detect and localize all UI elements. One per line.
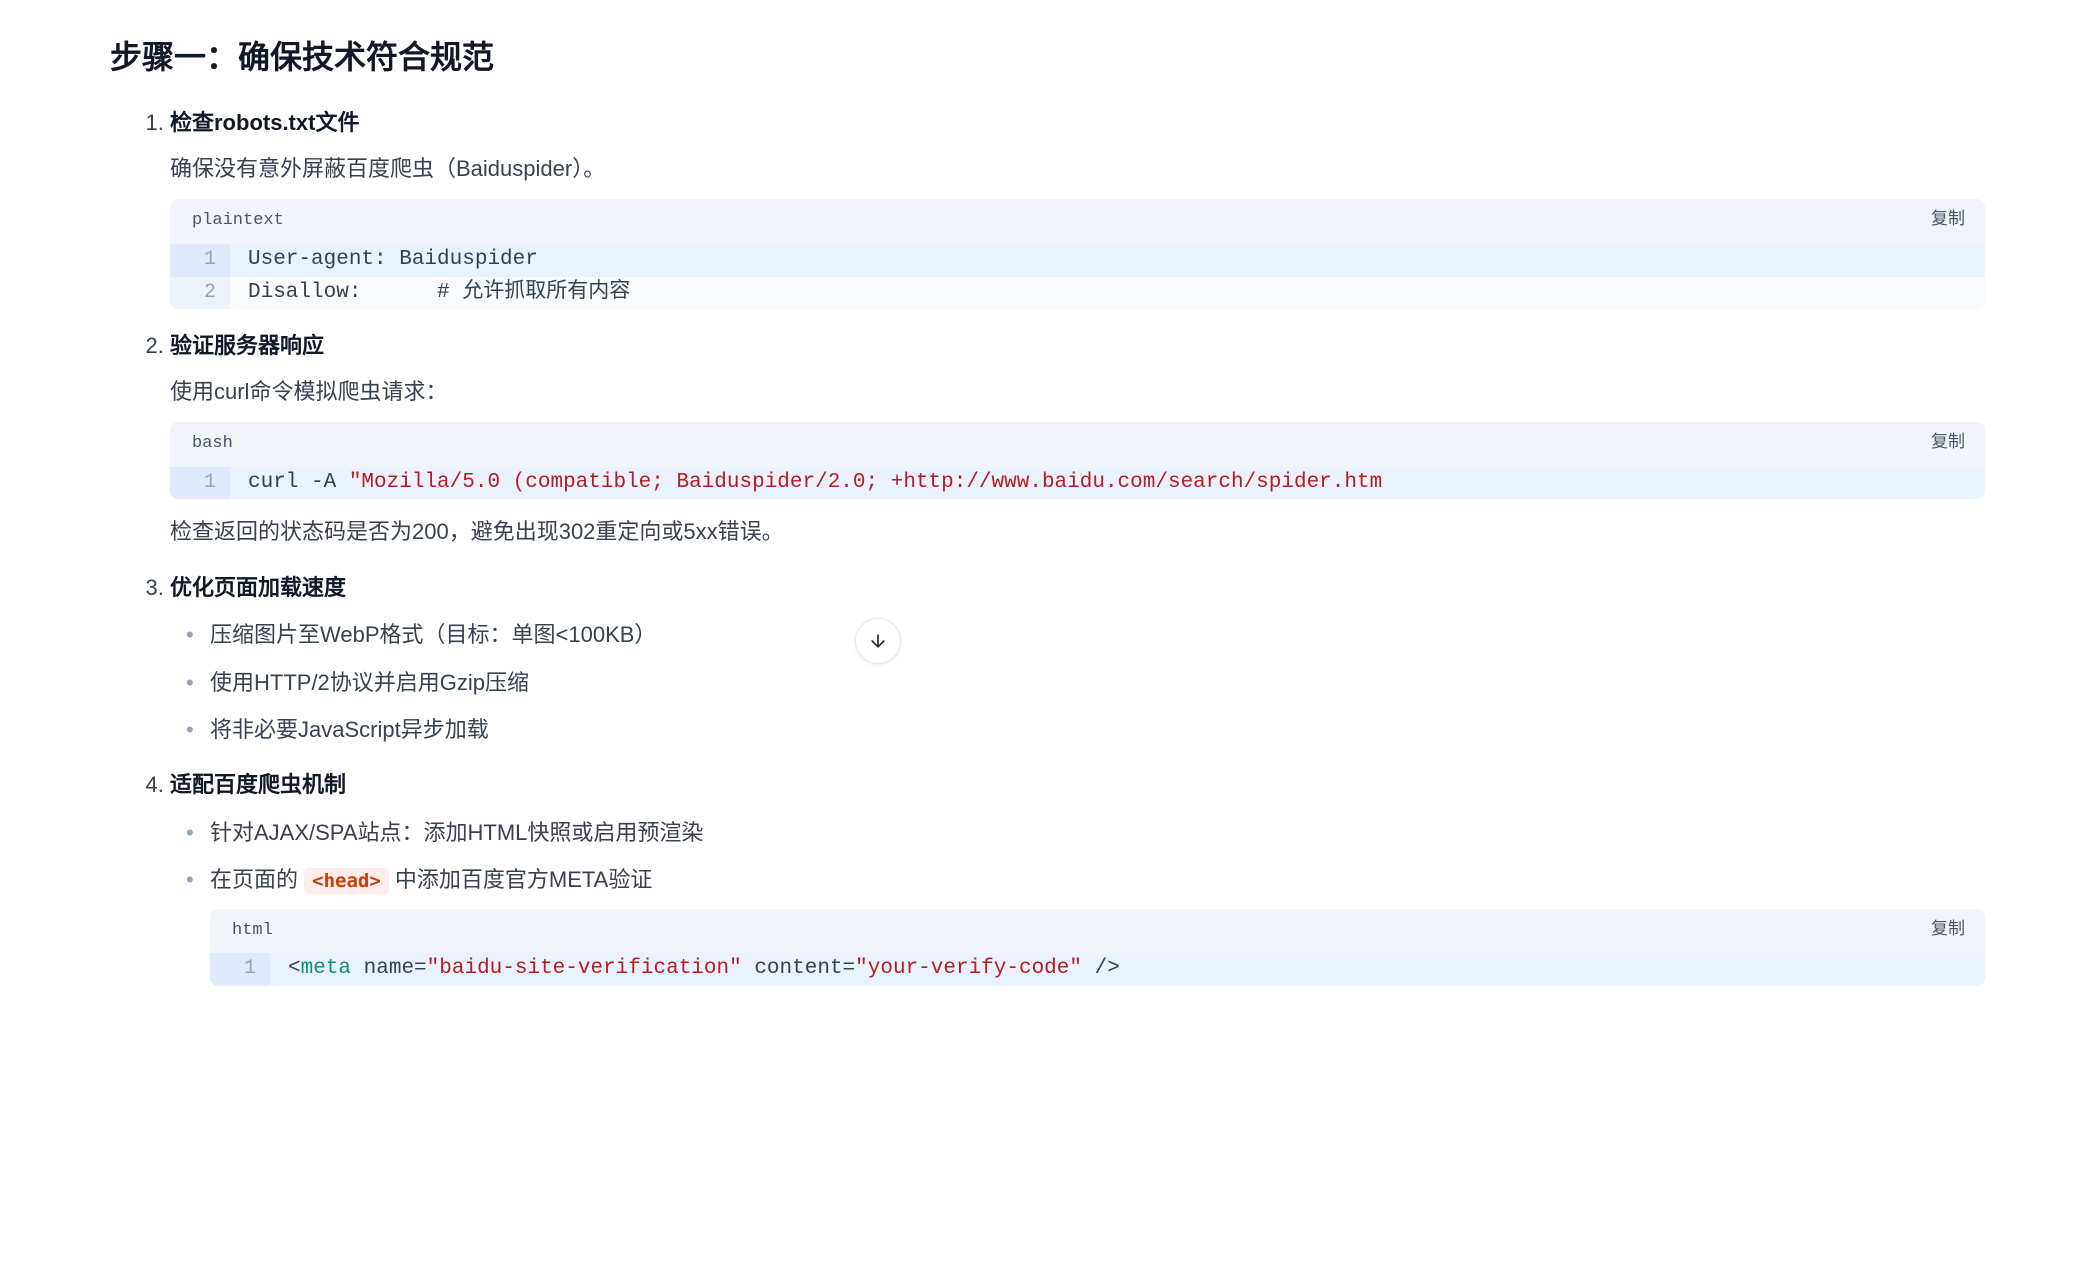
code-text: Disallow: # 允许抓取所有内容 [230, 277, 1985, 310]
step-title: 优化页面加载速度 [170, 569, 1985, 606]
copy-button[interactable]: 复制 [1931, 430, 1965, 459]
step-item-3: 优化页面加载速度 压缩图片至WebP格式（目标：单图<100KB） 使用HTTP… [170, 569, 1985, 749]
code-block-plaintext: plaintext 复制 1 User-agent: Baiduspider 2… [170, 199, 1985, 309]
line-number: 2 [170, 277, 230, 310]
step-item-1: 检查robots.txt文件 确保没有意外屏蔽百度爬虫（Baiduspider）… [170, 104, 1985, 309]
step-title: 检查robots.txt文件 [170, 104, 1985, 141]
copy-button[interactable]: 复制 [1931, 207, 1965, 236]
list-item: 将非必要JavaScript异步加载 [210, 711, 1985, 748]
step-desc: 确保没有意外屏蔽百度爬虫（Baiduspider）。 [170, 150, 1985, 187]
step-title: 适配百度爬虫机制 [170, 766, 1985, 803]
list-item: 压缩图片至WebP格式（目标：单图<100KB） [210, 616, 1985, 653]
code-line: 1 curl -A "Mozilla/5.0 (compatible; Baid… [170, 467, 1985, 500]
code-lang-label: html [232, 917, 273, 946]
step-item-4: 适配百度爬虫机制 针对AJAX/SPA站点：添加HTML快照或启用预渲染 在页面… [170, 766, 1985, 986]
code-text: curl -A "Mozilla/5.0 (compatible; Baidus… [230, 467, 1985, 500]
code-line: 2 Disallow: # 允许抓取所有内容 [170, 277, 1985, 310]
steps-list: 检查robots.txt文件 确保没有意外屏蔽百度爬虫（Baiduspider）… [110, 104, 1985, 986]
inline-code-head: <head> [304, 868, 389, 894]
step-desc: 使用curl命令模拟爬虫请求： [170, 373, 1985, 410]
sub-bullets: 针对AJAX/SPA站点：添加HTML快照或启用预渲染 在页面的 <head> … [170, 814, 1985, 899]
arrow-down-icon [868, 631, 888, 651]
code-line: 1 <meta name="baidu-site-verification" c… [210, 953, 1985, 986]
section-heading: 步骤一：确保技术符合规范 [110, 30, 1985, 84]
step-title: 验证服务器响应 [170, 327, 1985, 364]
list-item: 使用HTTP/2协议并启用Gzip压缩 [210, 664, 1985, 701]
code-lang-label: bash [192, 430, 233, 459]
scroll-down-button[interactable] [855, 618, 901, 664]
code-block-html: html 复制 1 <meta name="baidu-site-verific… [210, 909, 1985, 986]
line-number: 1 [210, 953, 270, 986]
line-number: 1 [170, 244, 230, 277]
code-block-bash: bash 复制 1 curl -A "Mozilla/5.0 (compatib… [170, 422, 1985, 499]
text-after: 中添加百度官方META验证 [389, 867, 653, 892]
list-item: 在页面的 <head> 中添加百度官方META验证 [210, 861, 1985, 898]
copy-button[interactable]: 复制 [1931, 917, 1965, 946]
line-number: 1 [170, 467, 230, 500]
code-text: <meta name="baidu-site-verification" con… [270, 953, 1985, 986]
step-item-2: 验证服务器响应 使用curl命令模拟爬虫请求： bash 复制 1 curl -… [170, 327, 1985, 551]
step-after-text: 检查返回的状态码是否为200，避免出现302重定向或5xx错误。 [170, 513, 1985, 550]
list-item: 针对AJAX/SPA站点：添加HTML快照或启用预渲染 [210, 814, 1985, 851]
code-text: User-agent: Baiduspider [230, 244, 1985, 277]
sub-bullets: 压缩图片至WebP格式（目标：单图<100KB） 使用HTTP/2协议并启用Gz… [170, 616, 1985, 748]
code-lang-label: plaintext [192, 207, 284, 236]
code-line: 1 User-agent: Baiduspider [170, 244, 1985, 277]
text-before: 在页面的 [210, 867, 304, 892]
